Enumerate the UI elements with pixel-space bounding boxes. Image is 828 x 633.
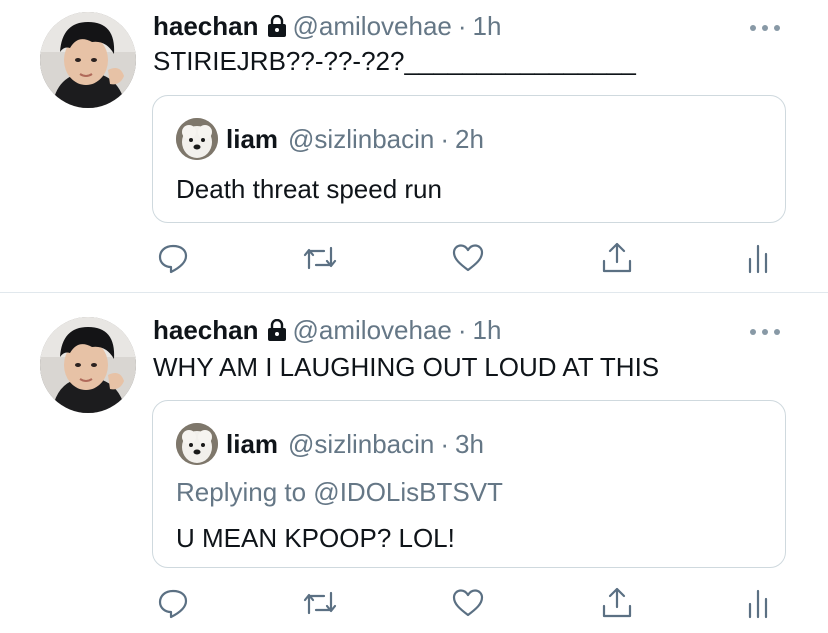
- replying-to[interactable]: Replying to @IDOLisBTSVT: [176, 477, 503, 508]
- tweet[interactable]: haechan @amilovehae · 1h WHY AM I LAUGHI…: [0, 293, 828, 633]
- tweet-text: WHY AM I LAUGHING OUT LOUD AT THIS: [153, 352, 660, 382]
- like-icon[interactable]: [448, 583, 488, 623]
- quoted-avatar[interactable]: [176, 423, 218, 465]
- quoted-text: U MEAN KPOOP? LOL!: [176, 523, 455, 553]
- separator-dot: ·: [440, 428, 450, 459]
- quoted-timestamp[interactable]: 2h: [455, 124, 484, 155]
- quoted-author-name[interactable]: liam: [226, 124, 278, 155]
- more-options-icon[interactable]: [750, 322, 780, 342]
- lock-icon: [267, 319, 287, 341]
- avatar[interactable]: [40, 12, 136, 108]
- avatar[interactable]: [40, 317, 136, 413]
- separator-dot: ·: [457, 314, 467, 345]
- share-icon[interactable]: [597, 238, 637, 278]
- tweet-header: haechan @amilovehae · 1h: [153, 10, 501, 42]
- tweet-text: STIRIEJRB??-??-?2?________________: [153, 46, 636, 76]
- analytics-icon[interactable]: [738, 238, 778, 278]
- separator-dot: ·: [440, 123, 450, 154]
- tweet-header: haechan @amilovehae · 1h: [153, 314, 501, 346]
- quoted-tweet[interactable]: liam @sizlinbacin · 2h Death threat spee…: [152, 95, 786, 223]
- more-options-icon[interactable]: [750, 18, 780, 38]
- reply-icon[interactable]: [153, 583, 193, 623]
- lock-icon: [267, 15, 287, 37]
- reply-icon[interactable]: [153, 238, 193, 278]
- quoted-author-handle[interactable]: @sizlinbacin: [288, 429, 434, 460]
- author-handle[interactable]: @amilovehae: [293, 315, 452, 346]
- tweet-timestamp[interactable]: 1h: [473, 315, 502, 346]
- quoted-avatar[interactable]: [176, 118, 218, 160]
- action-bar: [0, 583, 828, 623]
- quoted-header: liam @sizlinbacin · 2h: [226, 123, 484, 155]
- author-name[interactable]: haechan: [153, 11, 259, 42]
- quoted-timestamp[interactable]: 3h: [455, 429, 484, 460]
- quoted-author-name[interactable]: liam: [226, 429, 278, 460]
- separator-dot: ·: [457, 10, 467, 41]
- author-name[interactable]: haechan: [153, 315, 259, 346]
- analytics-icon[interactable]: [738, 583, 778, 623]
- retweet-icon[interactable]: [300, 238, 340, 278]
- retweet-icon[interactable]: [300, 583, 340, 623]
- quoted-tweet[interactable]: liam @sizlinbacin · 3h Replying to @IDOL…: [152, 400, 786, 568]
- quoted-text: Death threat speed run: [176, 174, 442, 204]
- action-bar: [0, 238, 828, 278]
- share-icon[interactable]: [597, 583, 637, 623]
- quoted-header: liam @sizlinbacin · 3h: [226, 428, 484, 460]
- like-icon[interactable]: [448, 238, 488, 278]
- author-handle[interactable]: @amilovehae: [293, 11, 452, 42]
- tweet-timestamp[interactable]: 1h: [473, 11, 502, 42]
- tweet[interactable]: haechan @amilovehae · 1h STIRIEJRB??-??-…: [0, 0, 828, 293]
- quoted-author-handle[interactable]: @sizlinbacin: [288, 124, 434, 155]
